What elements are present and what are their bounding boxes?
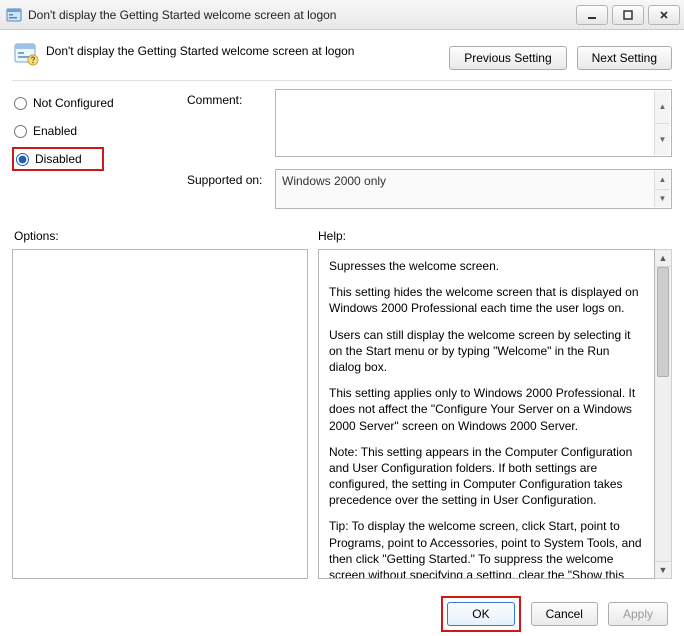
config-row: Not Configured Enabled Disabled Comment:… xyxy=(12,89,672,209)
maximize-button[interactable] xyxy=(612,5,644,25)
comment-row: Comment: ▲ ▼ xyxy=(187,89,672,157)
help-scroll-track[interactable] xyxy=(655,267,671,561)
comment-textarea[interactable]: ▲ ▼ xyxy=(275,89,672,157)
policy-title: Don't display the Getting Started welcom… xyxy=(46,40,449,58)
right-column: Comment: ▲ ▼ Supported on: Windows 2000 … xyxy=(187,89,672,209)
window-controls xyxy=(576,5,680,25)
help-scroll-up[interactable]: ▲ xyxy=(655,250,671,267)
help-p2: This setting hides the welcome screen th… xyxy=(329,284,644,316)
comment-scroll: ▲ ▼ xyxy=(654,91,670,155)
help-scroll-thumb[interactable] xyxy=(657,267,669,377)
help-scrollbar[interactable]: ▲ ▼ xyxy=(655,249,672,579)
radio-not-configured[interactable]: Not Configured xyxy=(12,89,187,117)
help-p4: This setting applies only to Windows 200… xyxy=(329,385,644,434)
ok-highlight: OK xyxy=(441,596,520,632)
split-panes: Supresses the welcome screen. This setti… xyxy=(12,249,672,579)
next-setting-button[interactable]: Next Setting xyxy=(577,46,672,70)
state-radio-group: Not Configured Enabled Disabled xyxy=(12,89,187,209)
help-pane: Supresses the welcome screen. This setti… xyxy=(318,249,655,579)
policy-icon xyxy=(12,40,40,68)
supported-row: Supported on: Windows 2000 only ▲ ▼ xyxy=(187,169,672,209)
help-scroll-down[interactable]: ▼ xyxy=(655,561,671,578)
minimize-button[interactable] xyxy=(576,5,608,25)
content-area: Don't display the Getting Started welcom… xyxy=(0,30,684,636)
titlebar: Don't display the Getting Started welcom… xyxy=(0,0,684,30)
header-row: Don't display the Getting Started welcom… xyxy=(12,40,672,70)
help-label: Help: xyxy=(318,229,346,243)
radio-disabled[interactable]: Disabled xyxy=(12,147,104,171)
dialog-footer: OK Cancel Apply xyxy=(0,592,684,636)
options-label: Options: xyxy=(12,229,318,243)
options-pane xyxy=(12,249,308,579)
supported-scroll-up[interactable]: ▲ xyxy=(655,171,670,190)
ok-button[interactable]: OK xyxy=(447,602,514,626)
help-p5: Note: This setting appears in the Comput… xyxy=(329,444,644,509)
comment-scroll-down[interactable]: ▼ xyxy=(655,124,670,156)
radio-disabled-label: Disabled xyxy=(35,152,82,166)
pane-labels: Options: Help: xyxy=(12,229,672,243)
supported-on-text: Windows 2000 only xyxy=(282,174,386,188)
app-icon xyxy=(6,7,22,23)
radio-enabled[interactable]: Enabled xyxy=(12,117,187,145)
comment-scroll-up[interactable]: ▲ xyxy=(655,91,670,124)
divider xyxy=(12,80,672,81)
nav-buttons: Previous Setting Next Setting xyxy=(449,40,672,70)
radio-disabled-input[interactable] xyxy=(16,153,29,166)
cancel-button[interactable]: Cancel xyxy=(531,602,598,626)
supported-on-box: Windows 2000 only ▲ ▼ xyxy=(275,169,672,209)
window-title: Don't display the Getting Started welcom… xyxy=(28,8,576,22)
radio-enabled-input[interactable] xyxy=(14,125,27,138)
comment-label: Comment: xyxy=(187,89,275,157)
help-wrap: Supresses the welcome screen. This setti… xyxy=(318,249,672,579)
help-p1: Supresses the welcome screen. xyxy=(329,258,644,274)
supported-scroll: ▲ ▼ xyxy=(654,171,670,207)
supported-scroll-down[interactable]: ▼ xyxy=(655,190,670,208)
close-button[interactable] xyxy=(648,5,680,25)
apply-button[interactable]: Apply xyxy=(608,602,668,626)
radio-not-configured-label: Not Configured xyxy=(33,96,114,110)
supported-label: Supported on: xyxy=(187,169,275,209)
radio-not-configured-input[interactable] xyxy=(14,97,27,110)
help-p3: Users can still display the welcome scre… xyxy=(329,327,644,376)
help-p6: Tip: To display the welcome screen, clic… xyxy=(329,518,644,579)
radio-enabled-label: Enabled xyxy=(33,124,77,138)
previous-setting-button[interactable]: Previous Setting xyxy=(449,46,566,70)
